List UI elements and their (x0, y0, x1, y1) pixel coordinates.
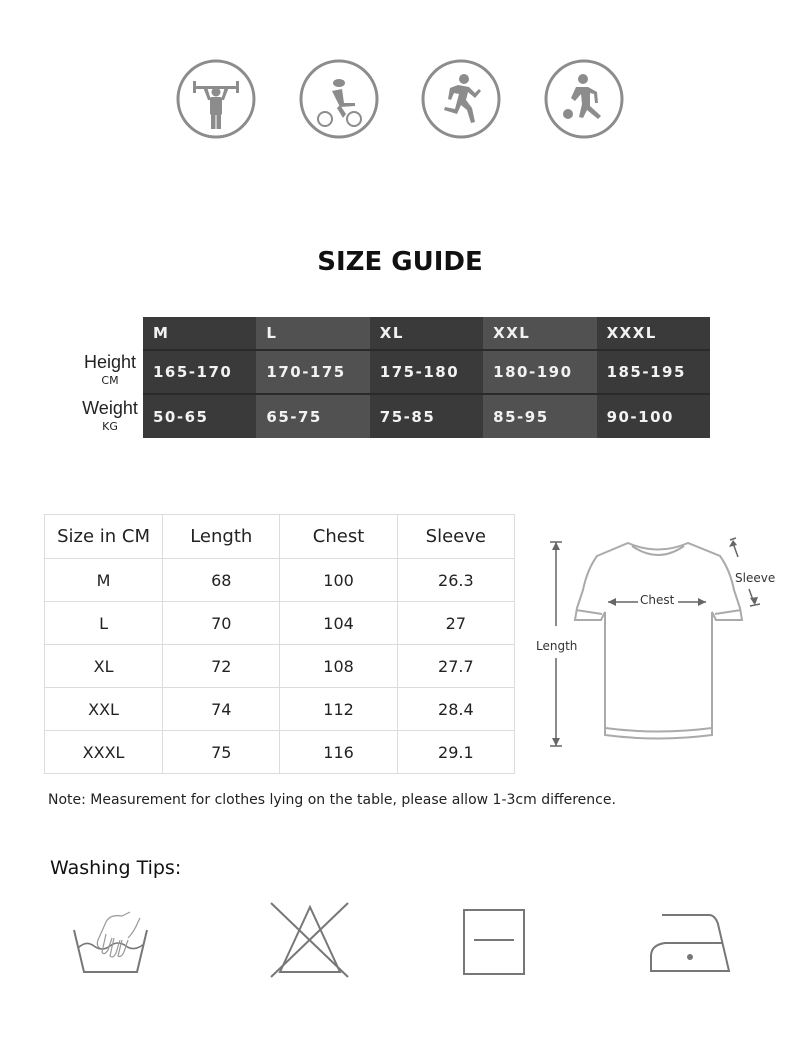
table-row: XXXL 75 116 29.1 (43, 730, 516, 774)
running-icon (420, 58, 502, 140)
washing-tips-title: Washing Tips: (50, 857, 182, 879)
table-row: XXL 74 112 28.4 (43, 687, 516, 731)
length-value: 74 (162, 687, 281, 731)
weight-label-text: Weight (82, 398, 138, 418)
table-row: L 70 104 27 (43, 601, 516, 645)
height-cell: 175-180 (369, 349, 484, 394)
size-header-row: M L XL XXL XXXL (143, 317, 710, 350)
weight-cell: 85-95 (483, 393, 597, 438)
weight-cell: 75-85 (369, 393, 484, 438)
chest-value: 116 (279, 730, 398, 774)
cycling-icon (298, 58, 380, 140)
measurement-table: Size in CM Length Chest Sleeve M 68 100 … (43, 514, 516, 774)
size-guide-title: SIZE GUIDE (317, 247, 483, 277)
tshirt-diagram: Length Chest Sleeve (530, 530, 780, 760)
size-value: XXXL (43, 730, 164, 774)
weight-row: 50-65 65-75 75-85 85-95 90-100 (143, 393, 710, 438)
height-row: 165-170 170-175 175-180 180-190 185-195 (143, 349, 710, 394)
size-value: L (43, 601, 164, 645)
chest-label: Chest (640, 593, 675, 607)
size-cell: M (143, 317, 257, 350)
measurement-header-row: Size in CM Length Chest Sleeve (43, 514, 516, 559)
size-cell: L (256, 317, 370, 350)
weight-cell: 65-75 (256, 393, 370, 438)
sleeve-value: 26.3 (396, 558, 516, 602)
measurement-note: Note: Measurement for clothes lying on t… (48, 792, 616, 808)
size-cell: XXL (483, 317, 597, 350)
height-cell: 185-195 (596, 349, 710, 394)
do-not-bleach-icon (265, 900, 355, 980)
sleeve-value: 28.4 (396, 687, 516, 731)
chest-value: 104 (279, 601, 398, 645)
header-sleeve: Sleeve (396, 514, 516, 559)
height-label-text: Height (83, 352, 137, 372)
sleeve-value: 27 (396, 601, 516, 645)
sleeve-value: 27.7 (396, 644, 516, 688)
height-unit: CM (101, 374, 119, 387)
length-value: 72 (162, 644, 281, 688)
chest-value: 112 (279, 687, 398, 731)
size-cell: XL (369, 317, 484, 350)
table-row: XL 72 108 27.7 (43, 644, 516, 688)
size-value: XL (43, 644, 164, 688)
size-cell: XXXL (596, 317, 710, 350)
dry-flat-icon (450, 900, 540, 980)
weight-unit: KG (102, 420, 118, 433)
sleeve-label: Sleeve (735, 571, 776, 585)
height-cell: 180-190 (483, 349, 597, 394)
height-label: Height CM (78, 352, 142, 390)
header-length: Length (162, 514, 281, 559)
height-cell: 165-170 (143, 349, 257, 394)
size-range-table: M L XL XXL XXXL 165-170 170-175 175-180 … (143, 317, 710, 438)
header-size: Size in CM (43, 514, 164, 559)
header-chest: Chest (279, 514, 398, 559)
size-value: XXL (43, 687, 164, 731)
basketball-icon (543, 58, 625, 140)
weight-cell: 90-100 (596, 393, 710, 438)
hand-wash-icon (68, 900, 158, 980)
sleeve-value: 29.1 (396, 730, 516, 774)
length-value: 75 (162, 730, 281, 774)
height-cell: 170-175 (256, 349, 370, 394)
chest-value: 100 (279, 558, 398, 602)
chest-value: 108 (279, 644, 398, 688)
length-label: Length (536, 639, 578, 653)
iron-low-icon (645, 900, 735, 980)
length-value: 70 (162, 601, 281, 645)
size-value: M (43, 558, 164, 602)
table-row: M 68 100 26.3 (43, 558, 516, 602)
weightlifting-icon (175, 58, 257, 140)
weight-cell: 50-65 (143, 393, 257, 438)
weight-label: Weight KG (78, 398, 142, 436)
length-value: 68 (162, 558, 281, 602)
shirt-outline (573, 541, 744, 740)
